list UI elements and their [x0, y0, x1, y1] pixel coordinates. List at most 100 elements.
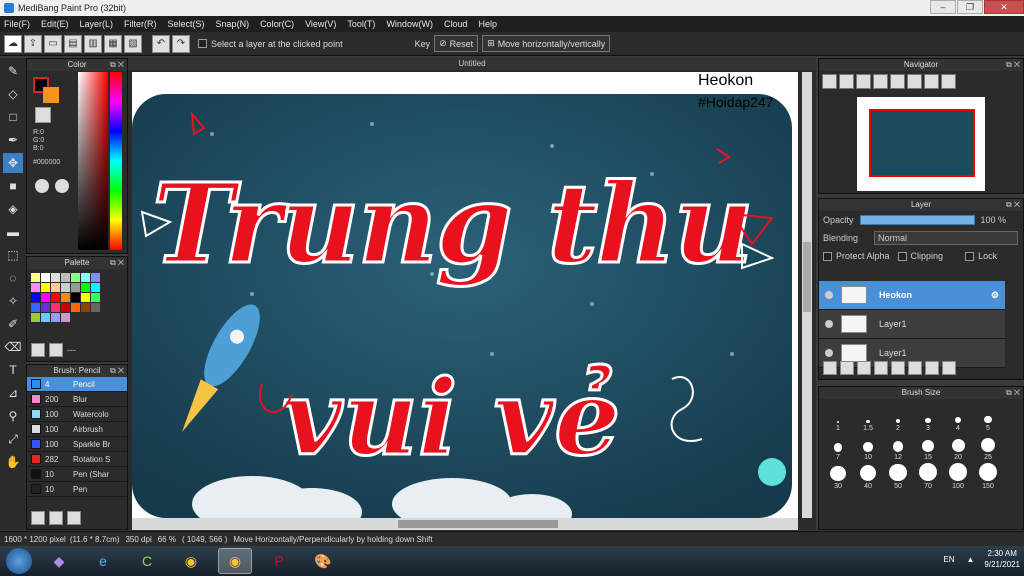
brush-item[interactable]: 100 Airbrush: [27, 422, 127, 437]
magic-wand-icon[interactable]: ✧: [3, 291, 23, 311]
blending-select[interactable]: Normal: [874, 231, 1019, 245]
menu-color[interactable]: Color(C): [260, 19, 294, 29]
share-icon[interactable]: ⇪: [24, 34, 42, 53]
vertical-scrollbar[interactable]: [802, 72, 812, 518]
redo-icon[interactable]: ↷: [172, 34, 190, 53]
vertical-scroll-thumb[interactable]: [803, 242, 811, 312]
cloud-icon[interactable]: ☁: [4, 34, 22, 53]
menu-file[interactable]: File(F): [4, 19, 30, 29]
palette-swatch[interactable]: [91, 303, 100, 312]
palette-swatch[interactable]: [41, 303, 50, 312]
menu-tool[interactable]: Tool(T): [347, 19, 375, 29]
eyedropper-icon[interactable]: ⚲: [3, 406, 23, 426]
palette-swatch[interactable]: [71, 273, 80, 282]
language-indicator[interactable]: EN: [943, 555, 954, 564]
palette-swatch[interactable]: [91, 273, 100, 282]
chrome-active-icon[interactable]: ◉: [218, 548, 252, 574]
grid-icon[interactable]: ▦: [104, 34, 122, 53]
clock[interactable]: 2:30 AM 9/21/2021: [984, 548, 1020, 570]
brush-size-cell[interactable]: 2: [883, 403, 913, 432]
document-tab[interactable]: Untitled: [128, 58, 816, 70]
brush-size-cell[interactable]: 4: [943, 403, 973, 432]
close-button[interactable]: ✕: [984, 0, 1024, 14]
palette-swatch[interactable]: [41, 293, 50, 302]
zoom-in-icon[interactable]: [822, 74, 837, 89]
panel-buttons[interactable]: ⧉ ✕: [110, 365, 124, 377]
horizontal-scroll-thumb[interactable]: [398, 520, 558, 528]
brush-menu-icon[interactable]: [67, 511, 81, 525]
undo-icon[interactable]: ↶: [152, 34, 170, 53]
menu-select[interactable]: Select(S): [168, 19, 205, 29]
reset-button[interactable]: ⊘ Reset: [434, 35, 479, 52]
palette-swatch[interactable]: [41, 313, 50, 322]
brush-add-icon[interactable]: [31, 511, 45, 525]
brush-size-cell[interactable]: 25: [973, 432, 1003, 461]
palette-swatch[interactable]: [51, 303, 60, 312]
brush-size-cell[interactable]: 10: [853, 432, 883, 461]
palette-swatch[interactable]: [71, 283, 80, 292]
hue-slider[interactable]: [110, 72, 122, 250]
brush-item[interactable]: 4 Pencil: [27, 377, 127, 392]
palette-swatch[interactable]: [31, 313, 40, 322]
clipping-checkbox[interactable]: [897, 251, 907, 261]
brush-size-cell[interactable]: 100: [943, 461, 973, 490]
new-layer-icon[interactable]: [823, 361, 837, 375]
palette-swatch[interactable]: [31, 293, 40, 302]
protect-alpha-checkbox[interactable]: [823, 251, 832, 261]
panel-buttons[interactable]: ⧉ ✕: [1006, 199, 1020, 211]
eye-icon[interactable]: [825, 349, 833, 357]
brush-item[interactable]: 200 Blur: [27, 392, 127, 407]
eraser-tool-icon[interactable]: ◇: [3, 84, 23, 104]
duplicate-icon[interactable]: [908, 361, 922, 375]
rotate-right-icon[interactable]: [907, 74, 922, 89]
palette-swatch[interactable]: [61, 273, 70, 282]
comment-icon[interactable]: ▭: [44, 34, 62, 53]
panel-buttons[interactable]: ⧉ ✕: [1006, 59, 1020, 71]
dropper-icon[interactable]: ⤢: [3, 429, 23, 449]
palette-swatch[interactable]: [51, 313, 60, 322]
brush-size-cell[interactable]: 70: [913, 461, 943, 490]
text-tool-icon[interactable]: T: [3, 360, 23, 380]
settings-list-icon[interactable]: ▧: [124, 34, 142, 53]
brush-size-cell[interactable]: 5: [973, 403, 1003, 432]
menu-edit[interactable]: Edit(E): [41, 19, 69, 29]
delete-palette-icon[interactable]: [49, 343, 63, 357]
start-button[interactable]: [6, 548, 32, 574]
palette-swatch[interactable]: [71, 293, 80, 302]
brush-item[interactable]: 10 Pen (Shar: [27, 467, 127, 482]
horizontal-scrollbar[interactable]: [132, 518, 798, 530]
new-palette-icon[interactable]: [31, 343, 45, 357]
divide-tool-icon[interactable]: ⊿: [3, 383, 23, 403]
palette-swatch[interactable]: [41, 283, 50, 292]
maximize-button[interactable]: ❐: [957, 0, 983, 14]
select-pen-icon[interactable]: ✐: [3, 314, 23, 334]
pinterest-icon[interactable]: P: [262, 548, 296, 574]
menu-cloud[interactable]: Cloud: [444, 19, 468, 29]
brush-item[interactable]: 100 Sparkle Br: [27, 437, 127, 452]
brush-size-cell[interactable]: 12: [883, 432, 913, 461]
menu-filter[interactable]: Filter(R): [124, 19, 157, 29]
canvas-paper[interactable]: Trung thu vui vẻ Heokon #Hoidap247: [132, 72, 798, 518]
reset-rotate-icon[interactable]: [924, 74, 939, 89]
menu-layer[interactable]: Layer(L): [80, 19, 114, 29]
panel-buttons[interactable]: ⧉ ✕: [110, 257, 124, 269]
brush-size-cell[interactable]: 15: [913, 432, 943, 461]
add-layer-menu-icon[interactable]: [874, 361, 888, 375]
palette-swatch[interactable]: [51, 273, 60, 282]
copy-layer-icon[interactable]: [857, 361, 871, 375]
palette-swatch[interactable]: [61, 313, 70, 322]
paint-icon[interactable]: 🎨: [306, 548, 340, 574]
palette-swatch[interactable]: [31, 283, 40, 292]
select-eraser-icon[interactable]: ⌫: [3, 337, 23, 357]
bucket-tool-icon[interactable]: ◈: [3, 199, 23, 219]
palette-swatch[interactable]: [81, 273, 90, 282]
new-halftone-layer-icon[interactable]: [840, 361, 854, 375]
palette-swatch[interactable]: [61, 283, 70, 292]
palette-swatch[interactable]: [61, 293, 70, 302]
palette-swatch[interactable]: [41, 273, 50, 282]
palette-swatch[interactable]: [91, 283, 100, 292]
brush-tool-icon[interactable]: ✎: [3, 61, 23, 81]
hand-tool-icon[interactable]: ✋: [3, 452, 23, 472]
brush-size-cell[interactable]: 7: [823, 432, 853, 461]
brush-size-cell[interactable]: 30: [823, 461, 853, 490]
